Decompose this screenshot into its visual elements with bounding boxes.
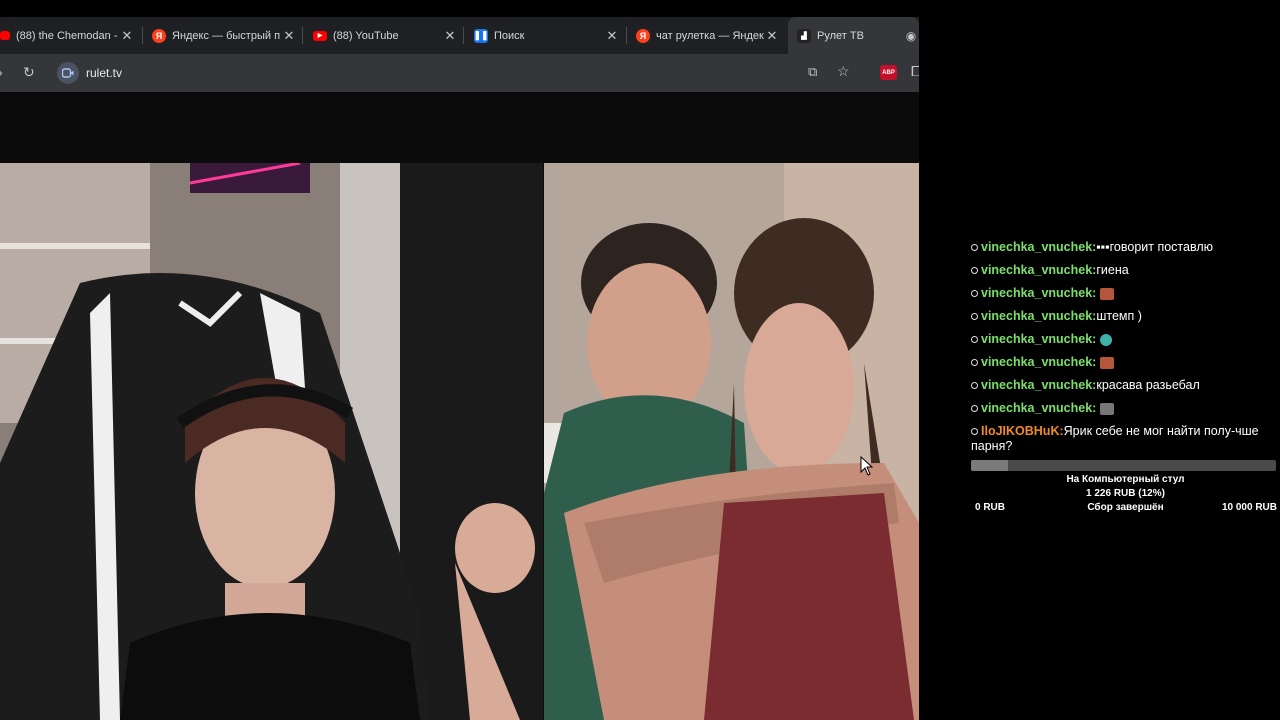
goal-max: 10 000 RUB [1221,502,1277,513]
badge-icon [971,336,978,344]
chat-text: гиена [1096,263,1129,277]
badge-icon [971,313,978,321]
goal-min: 0 RUB [975,502,1006,513]
chat-message: vinechka_vnuchek: [971,351,1280,374]
emote-icon [1100,356,1115,369]
tab-3[interactable]: ❚❚ Поиск ✕ [473,17,620,54]
tab-title: Поиск [494,29,525,42]
close-icon[interactable]: ✕ [764,28,780,44]
tab-4[interactable]: Я чат рулетка — Яндек ✕ [636,17,780,54]
goal-title: На Компьютерный стул [1066,474,1185,485]
tab-strip: (88) the Chemodan - ✕ Я Яндекс — быстрый… [0,17,919,54]
chat-nick: vinechka_vnuchek: [981,240,1097,254]
bookmark-star-icon[interactable]: ☆ [837,63,850,80]
video-left [0,163,543,720]
close-icon[interactable]: ✕ [442,28,458,44]
tab-title: (88) the Chemodan - [16,29,118,42]
video-right [544,163,919,720]
tab-separator [302,27,303,44]
extensions-icon[interactable]: ⧠ [911,63,919,80]
chat-message: IloJIKOBHuK:Ярик себе не мог найти полу-… [971,420,1280,454]
badge-icon [971,244,978,252]
tab-0[interactable]: (88) the Chemodan - ✕ [0,17,135,54]
mouse-cursor-icon [860,456,874,476]
chat-message: vinechka_vnuchek:штемп ) [971,305,1280,328]
tab-title: Рулет ТВ [817,29,864,42]
badge-icon [971,290,978,298]
chat-message: vinechka_vnuchek: [971,328,1280,351]
close-icon[interactable]: ✕ [604,28,620,44]
chat-message: vinechka_vnuchek: [971,397,1280,420]
video-left-image [0,163,543,720]
pause-icon: ❚❚ [473,28,489,43]
tab-title: Яндекс — быстрый п [172,29,281,42]
tab-separator [142,27,143,44]
yandex-icon: Я [152,28,166,43]
badge-icon [971,267,978,275]
chat-nick: vinechka_vnuchek: [981,332,1097,346]
yandex-icon: Я [636,28,650,43]
close-icon[interactable]: ✕ [281,28,297,44]
tab-separator [626,27,627,44]
browser-window: (88) the Chemodan - ✕ Я Яндекс — быстрый… [0,0,919,720]
tab-title: чат рулетка — Яндек [656,29,764,42]
record-icon[interactable]: ◉ [903,29,919,43]
chat-message: vinechka_vnuchek:гиена [971,259,1280,282]
tab-title: (88) YouTube [333,29,399,42]
badge-icon [971,428,978,436]
chat-nick: vinechka_vnuchek: [981,355,1097,369]
chat-message: vinechka_vnuchek:красава разьебал [971,374,1280,397]
adblock-extension-icon[interactable]: ABP [880,65,897,80]
close-icon[interactable]: ✕ [119,28,135,44]
toolbar: › ↻ ⧉ ☆ ⧠ [0,54,919,92]
chat-nick: vinechka_vnuchek: [981,263,1097,277]
tab-separator [463,27,464,44]
chat-nick: vinechka_vnuchek: [981,401,1097,415]
video-right-image [544,163,919,720]
chat-text: ▪▪▪говорит поставлю [1096,240,1213,254]
url-text[interactable]: rulet.tv [86,66,122,80]
forward-icon[interactable]: › [0,64,3,80]
chat-message: vinechka_vnuchek:▪▪▪говорит поставлю [971,236,1280,259]
donation-goal-progress-bar [971,460,1276,471]
tab-5[interactable]: ▟ Рулет ТВ ◉ [788,17,919,54]
emote-icon [1100,402,1115,415]
install-app-icon[interactable]: ⧉ [808,64,817,80]
rulet-icon: ▟ [797,28,811,43]
emote-icon [1100,287,1115,300]
goal-amount: 1 226 RUB (12%) [1086,488,1165,499]
chat-text: красава разьебал [1096,378,1200,392]
reload-icon[interactable]: ↻ [23,64,35,81]
address-bar[interactable] [52,59,872,87]
tab-1[interactable]: Я Яндекс — быстрый п ✕ [152,17,297,54]
tab-2[interactable]: ▶ (88) YouTube ✕ [313,17,458,54]
chat-overlay: vinechka_vnuchek:▪▪▪говорит поставлю vin… [971,236,1280,454]
chat-nick: vinechka_vnuchek: [981,378,1097,392]
chat-nick: IloJIKOBHuK: [981,424,1064,438]
youtube-icon [0,31,10,40]
chat-nick: vinechka_vnuchek: [981,309,1097,323]
badge-icon [971,405,978,413]
badge-icon [971,359,978,367]
site-info-icon[interactable] [57,62,79,84]
badge-icon [971,382,978,390]
progress-fill [971,460,1008,471]
chat-nick: vinechka_vnuchek: [981,286,1097,300]
emote-icon [1100,333,1113,346]
youtube-icon: ▶ [313,30,327,41]
chat-message: vinechka_vnuchek: [971,282,1280,305]
chat-text: штемп ) [1096,309,1142,323]
